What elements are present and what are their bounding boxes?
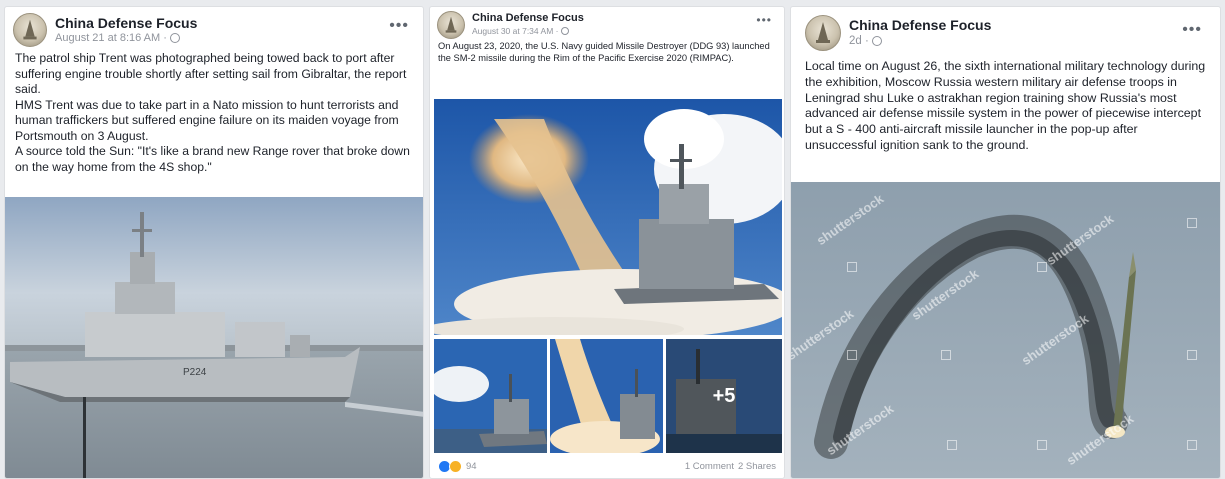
page-name-link[interactable]: China Defense Focus (849, 17, 991, 33)
more-photos-overlay[interactable]: +5 (666, 339, 782, 453)
page-avatar[interactable] (437, 11, 465, 39)
post-paragraph: Local time on August 26, the sixth inter… (805, 59, 1206, 152)
post-date[interactable]: August 30 at 7:34 AM · (472, 26, 558, 36)
shares-link[interactable]: 2 Shares (738, 461, 776, 472)
failed-missile-photo[interactable]: shutterstock shutterstock shutterstock s… (791, 182, 1220, 478)
ship-illustration: P224 (5, 197, 423, 478)
globe-icon (561, 27, 570, 35)
globe-icon (169, 33, 180, 43)
watermark-square-icon (947, 440, 957, 450)
more-icon[interactable]: ••• (389, 17, 409, 35)
post-card-1: China Defense Focus August 21 at 8:16 AM… (4, 6, 424, 479)
page-name-link[interactable]: China Defense Focus (472, 12, 584, 24)
wow-reaction-icon[interactable] (449, 459, 462, 473)
page-name-link[interactable]: China Defense Focus (55, 15, 197, 31)
post-footer: 94 1 Comment 2 Shares (438, 457, 776, 475)
post-header: China Defense Focus August 21 at 8:16 AM… (5, 7, 423, 51)
emblem-icon (445, 16, 457, 33)
post-paragraph: On August 23, 2020, the U.S. Navy guided… (438, 41, 770, 63)
comments-link[interactable]: 1 Comment (685, 461, 734, 472)
more-icon[interactable]: ••• (1182, 21, 1202, 39)
more-icon[interactable]: ••• (756, 13, 772, 27)
missile-launch-photo[interactable] (434, 99, 782, 335)
reaction-count[interactable]: 94 (466, 461, 477, 472)
post-text: The patrol ship Trent was photographed b… (5, 51, 423, 175)
post-paragraph: HMS Trent was due to take part in a Nato… (15, 97, 399, 143)
post-card-3: China Defense Focus 2d · ••• Local time … (790, 6, 1221, 479)
emblem-icon (816, 22, 830, 43)
watermark-square-icon (1037, 440, 1047, 450)
hull-number: P224 (183, 367, 207, 378)
globe-icon (871, 36, 882, 46)
post-paragraph: A source told the Sun: "It's like a bran… (15, 144, 410, 174)
post-card-2: China Defense Focus August 30 at 7:34 AM… (429, 6, 785, 479)
post-text: On August 23, 2020, the U.S. Navy guided… (430, 41, 784, 64)
post-meta: August 21 at 8:16 AM · (55, 32, 180, 44)
post-meta: 2d · (849, 35, 882, 47)
post-header: China Defense Focus August 30 at 7:34 AM… (430, 7, 784, 41)
gallery-thumb-3[interactable]: +5 (666, 339, 782, 453)
gallery-thumb-2[interactable] (550, 339, 663, 453)
post-date[interactable]: August 21 at 8:16 AM · (55, 32, 167, 44)
missile-launch-illustration (434, 99, 782, 335)
emblem-icon (23, 19, 37, 40)
post-date[interactable]: 2d · (849, 35, 869, 47)
watermark-square-icon (847, 350, 857, 360)
post-text: Local time on August 26, the sixth inter… (791, 59, 1220, 154)
patrol-ship-photo[interactable]: P224 (5, 197, 423, 478)
watermark-square-icon (1037, 262, 1047, 272)
post-meta: August 30 at 7:34 AM · (472, 26, 570, 36)
post-header: China Defense Focus 2d · ••• (791, 7, 1220, 59)
watermark-square-icon (1187, 218, 1197, 228)
watermark-square-icon (941, 350, 951, 360)
page-avatar[interactable] (805, 15, 841, 51)
watermark-square-icon (1187, 440, 1197, 450)
thumb-illustration (434, 339, 547, 453)
thumb-illustration (550, 339, 663, 453)
page-avatar[interactable] (13, 13, 47, 47)
watermark-square-icon (847, 262, 857, 272)
gallery-thumb-1[interactable] (434, 339, 547, 453)
post-paragraph: The patrol ship Trent was photographed b… (15, 51, 407, 96)
watermark-square-icon (1187, 350, 1197, 360)
